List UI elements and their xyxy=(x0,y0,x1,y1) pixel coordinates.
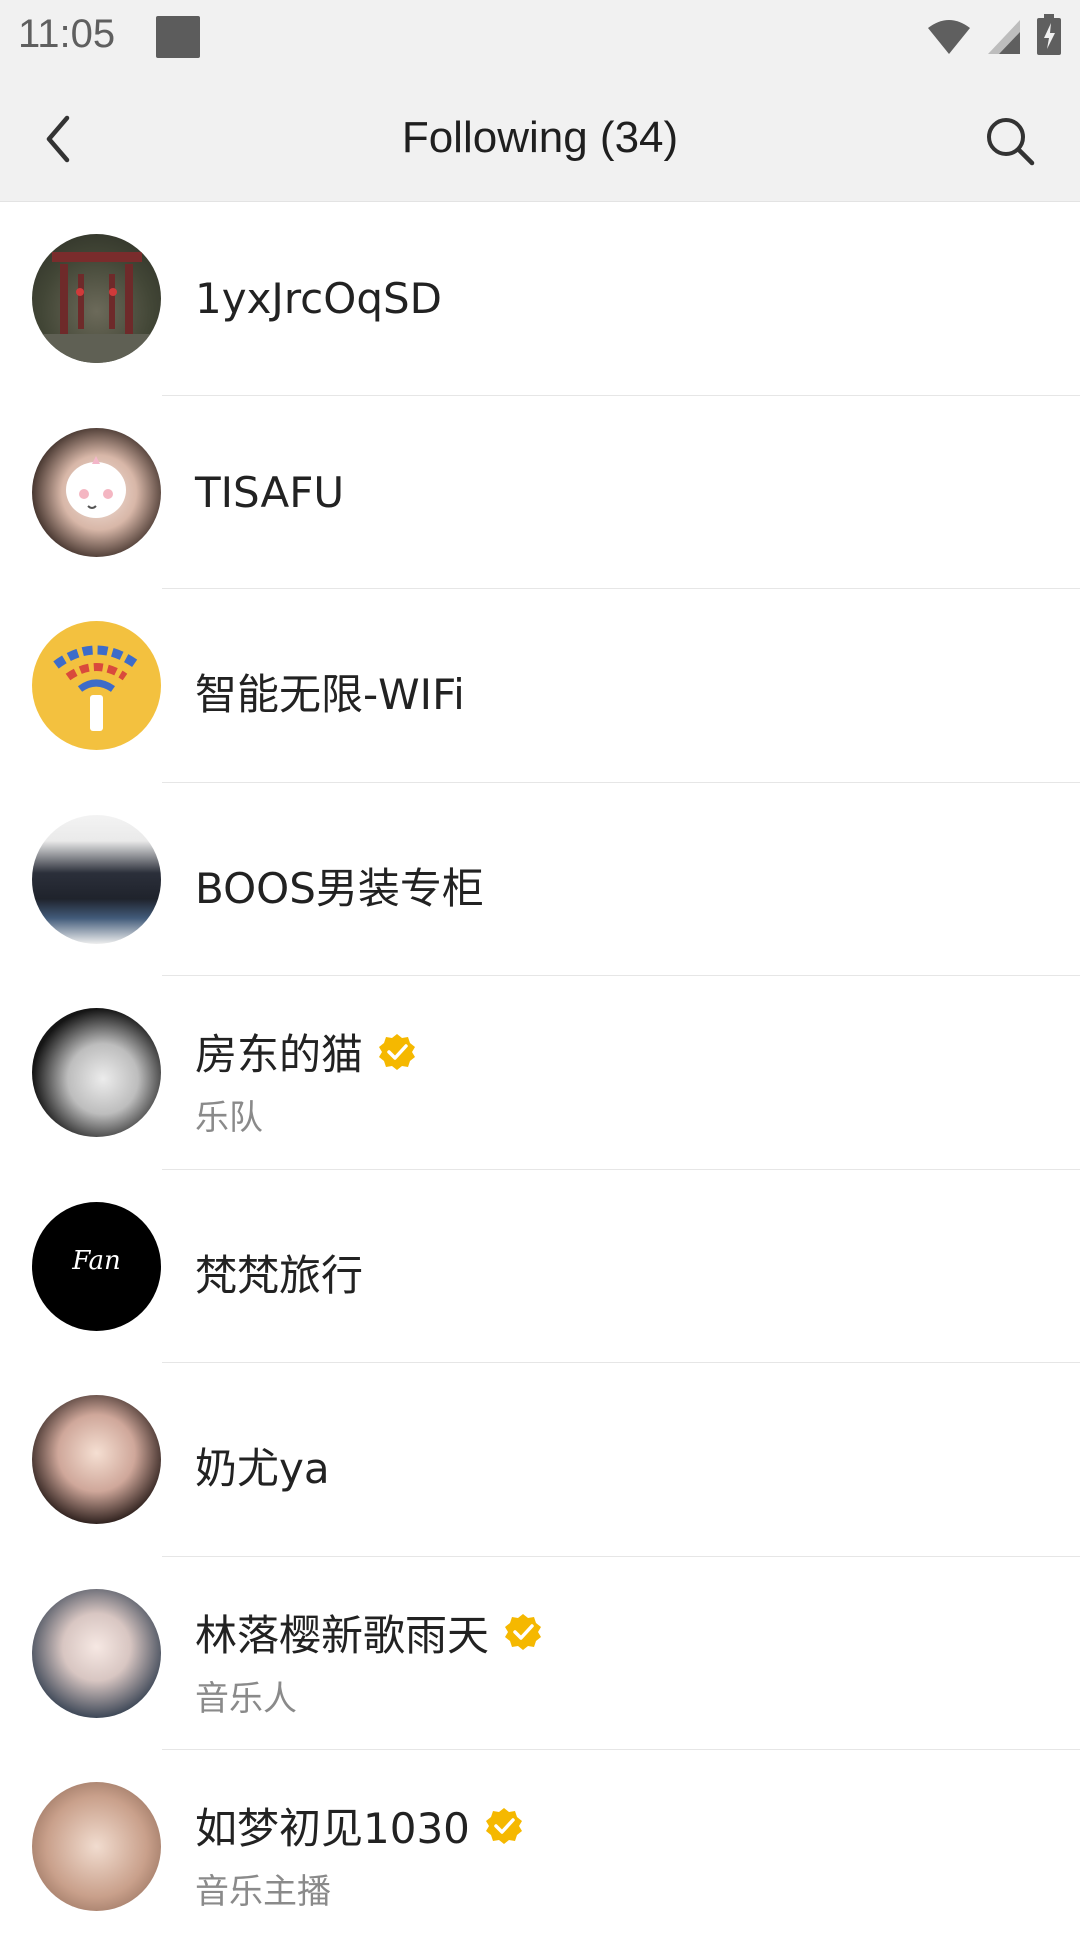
wifi-icon xyxy=(928,20,970,54)
user-name-text: 奶尤ya xyxy=(195,1444,330,1493)
user-name-text: 智能无限-WIFi xyxy=(195,670,465,719)
avatar[interactable] xyxy=(32,234,161,363)
user-name: 梵梵旅行 xyxy=(195,1242,1040,1303)
user-subtitle: 音乐主播 xyxy=(195,1872,331,1912)
user-name-text: BOOS男装专柜 xyxy=(195,863,484,913)
user-name-text: 梵梵旅行 xyxy=(195,1250,364,1300)
wifi-logo-icon xyxy=(53,645,140,731)
battery-charging-icon xyxy=(1037,14,1061,55)
verified-badge-icon xyxy=(505,1614,542,1650)
user-name: 如梦初见1030 xyxy=(195,1795,1040,1856)
list-item[interactable]: Fan 梵梵旅行 xyxy=(0,1170,1080,1363)
fan-logo-text: Fan xyxy=(72,1245,121,1276)
user-name: BOOS男装专柜 xyxy=(195,855,1040,916)
avatar[interactable] xyxy=(32,427,161,557)
avatar[interactable] xyxy=(32,621,161,750)
avatar[interactable] xyxy=(32,1782,161,1911)
avatar[interactable] xyxy=(32,814,161,944)
list-item[interactable]: 1yxJrcOqSD xyxy=(0,202,1080,396)
list-item[interactable]: 林落樱新歌雨天 音乐人 xyxy=(0,1557,1080,1750)
list-item[interactable]: TISAFU xyxy=(0,396,1080,589)
verified-badge-icon xyxy=(379,1033,416,1070)
user-name: 1yxJrcOqSD xyxy=(195,274,1040,323)
user-name: 奶尤ya xyxy=(195,1435,1040,1496)
page-title: Following (34) xyxy=(401,113,679,162)
avatar[interactable] xyxy=(32,1008,161,1137)
user-name-text: 房东的猫 xyxy=(195,1030,364,1079)
status-time: 11:05 xyxy=(18,12,116,56)
list-item[interactable]: 如梦初见1030 音乐主播 xyxy=(0,1750,1080,1944)
following-list: 1yxJrcOqSD TISAFU 智能无限-WIFi BOOS男装专柜 房东的… xyxy=(0,202,1080,1944)
user-name: TISAFU xyxy=(195,468,1040,517)
user-name-text: 1yxJrcOqSD xyxy=(195,274,442,323)
gate-photo-icon xyxy=(32,252,161,363)
user-name-text: 林落樱新歌雨天 xyxy=(195,1610,490,1660)
search-button[interactable] xyxy=(980,111,1040,171)
user-name: 智能无限-WIFi xyxy=(195,661,1040,722)
user-subtitle: 音乐人 xyxy=(195,1678,297,1719)
app-header: Following (34) xyxy=(0,75,1080,202)
list-item[interactable]: 奶尤ya xyxy=(0,1363,1080,1557)
list-item[interactable]: BOOS男装专柜 xyxy=(0,783,1080,976)
search-icon xyxy=(987,118,1035,166)
user-name-text: 如梦初见1030 xyxy=(195,1804,470,1853)
avatar[interactable] xyxy=(32,1395,161,1524)
avatar[interactable]: Fan xyxy=(32,1201,161,1331)
status-icons xyxy=(926,14,1062,56)
user-name-text: TISAFU xyxy=(195,467,345,517)
avatar[interactable] xyxy=(32,1588,161,1718)
signal-icon xyxy=(988,20,1020,54)
user-subtitle: 乐队 xyxy=(195,1098,263,1138)
list-item[interactable]: 房东的猫 乐队 xyxy=(0,976,1080,1170)
status-bar: 11:05 xyxy=(0,0,1080,75)
user-name: 房东的猫 xyxy=(195,1021,1040,1082)
user-name: 林落樱新歌雨天 xyxy=(195,1602,1040,1663)
notification-icon xyxy=(156,16,200,58)
verified-badge-icon xyxy=(485,1807,522,1844)
sticker-face-icon xyxy=(66,455,126,518)
list-item[interactable]: 智能无限-WIFi xyxy=(0,589,1080,783)
